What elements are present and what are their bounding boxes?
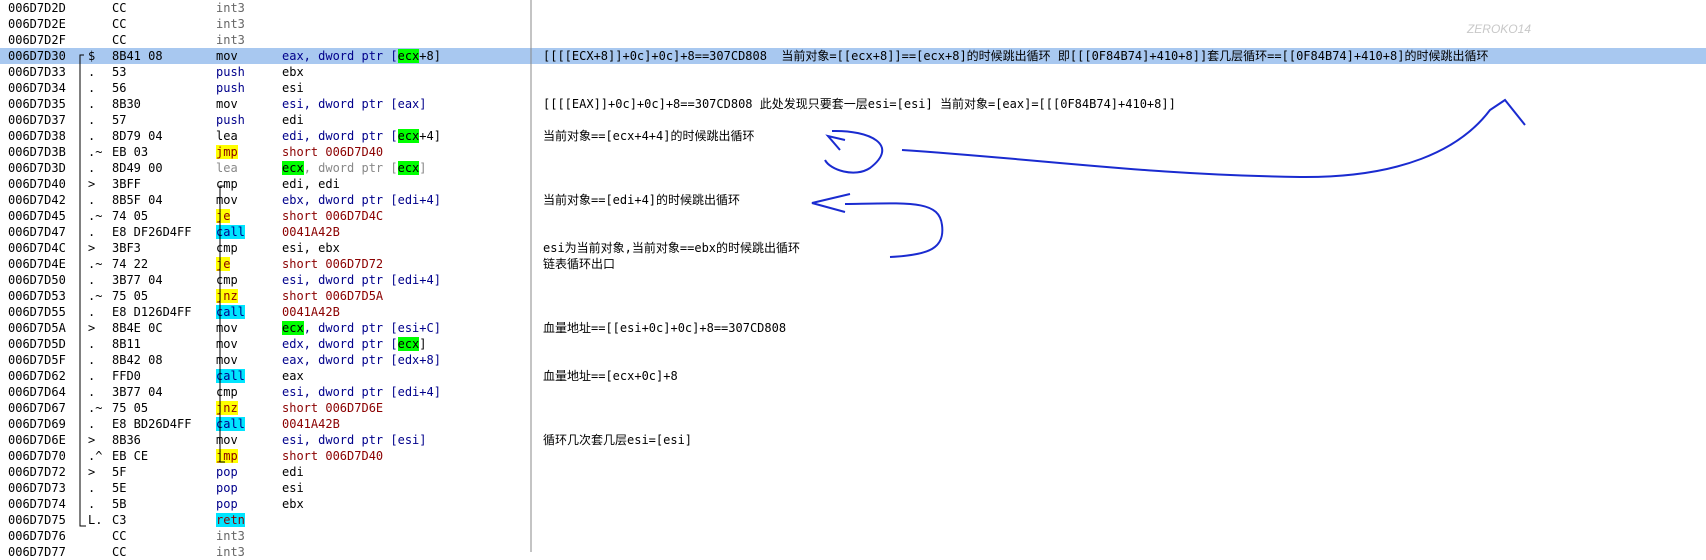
- pen-arrow-1-head: [825, 134, 846, 151]
- loop-bracket: [79, 54, 86, 527]
- pen-curve-long: [901, 98, 1526, 179]
- annotation-overlay: [79, 0, 1526, 552]
- jump-bracket: [219, 185, 225, 463]
- pen-arrow-2-head: [811, 193, 851, 213]
- pen-arrow-2: [844, 202, 944, 258]
